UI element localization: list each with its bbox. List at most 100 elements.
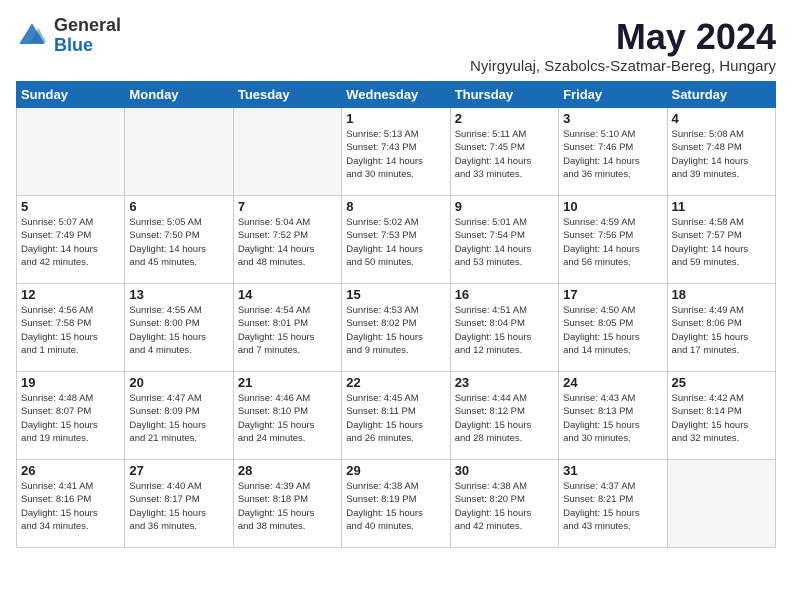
day-header-wednesday: Wednesday xyxy=(342,82,450,108)
calendar-cell: 29 Sunrise: 4:38 AM Sunset: 8:19 PM Dayli… xyxy=(342,460,450,548)
day-number: 12 xyxy=(21,287,120,302)
day-number: 21 xyxy=(238,375,337,390)
week-row-2: 5 Sunrise: 5:07 AM Sunset: 7:49 PM Daylig… xyxy=(17,196,776,284)
day-info: Sunrise: 4:59 AM Sunset: 7:56 PM Dayligh… xyxy=(563,216,662,269)
day-number: 19 xyxy=(21,375,120,390)
day-info: Sunrise: 5:11 AM Sunset: 7:45 PM Dayligh… xyxy=(455,128,554,181)
day-number: 6 xyxy=(129,199,228,214)
day-number: 16 xyxy=(455,287,554,302)
day-number: 7 xyxy=(238,199,337,214)
day-info: Sunrise: 4:50 AM Sunset: 8:05 PM Dayligh… xyxy=(563,304,662,357)
day-number: 31 xyxy=(563,463,662,478)
day-info: Sunrise: 4:55 AM Sunset: 8:00 PM Dayligh… xyxy=(129,304,228,357)
day-info: Sunrise: 5:02 AM Sunset: 7:53 PM Dayligh… xyxy=(346,216,445,269)
day-info: Sunrise: 4:42 AM Sunset: 8:14 PM Dayligh… xyxy=(672,392,771,445)
calendar-cell: 5 Sunrise: 5:07 AM Sunset: 7:49 PM Daylig… xyxy=(17,196,125,284)
day-info: Sunrise: 5:01 AM Sunset: 7:54 PM Dayligh… xyxy=(455,216,554,269)
calendar-cell: 13 Sunrise: 4:55 AM Sunset: 8:00 PM Dayli… xyxy=(125,284,233,372)
logo-general: General xyxy=(54,16,121,36)
day-info: Sunrise: 4:43 AM Sunset: 8:13 PM Dayligh… xyxy=(563,392,662,445)
day-info: Sunrise: 4:56 AM Sunset: 7:58 PM Dayligh… xyxy=(21,304,120,357)
title-block: May 2024 Nyirgyulaj, Szabolcs-Szatmar-Be… xyxy=(470,16,776,75)
day-number: 30 xyxy=(455,463,554,478)
calendar-cell xyxy=(667,460,775,548)
day-number: 13 xyxy=(129,287,228,302)
day-info: Sunrise: 4:45 AM Sunset: 8:11 PM Dayligh… xyxy=(346,392,445,445)
week-row-3: 12 Sunrise: 4:56 AM Sunset: 7:58 PM Dayli… xyxy=(17,284,776,372)
calendar-cell: 16 Sunrise: 4:51 AM Sunset: 8:04 PM Dayli… xyxy=(450,284,558,372)
day-number: 11 xyxy=(672,199,771,214)
calendar-cell: 8 Sunrise: 5:02 AM Sunset: 7:53 PM Daylig… xyxy=(342,196,450,284)
day-info: Sunrise: 4:51 AM Sunset: 8:04 PM Dayligh… xyxy=(455,304,554,357)
day-header-friday: Friday xyxy=(559,82,667,108)
day-number: 17 xyxy=(563,287,662,302)
day-number: 3 xyxy=(563,111,662,126)
day-number: 23 xyxy=(455,375,554,390)
calendar-cell: 24 Sunrise: 4:43 AM Sunset: 8:13 PM Dayli… xyxy=(559,372,667,460)
day-number: 15 xyxy=(346,287,445,302)
calendar-cell: 28 Sunrise: 4:39 AM Sunset: 8:18 PM Dayli… xyxy=(233,460,341,548)
week-row-1: 1Sunrise: 5:13 AM Sunset: 7:43 PM Daylig… xyxy=(17,108,776,196)
month-title: May 2024 xyxy=(470,16,776,58)
day-number: 27 xyxy=(129,463,228,478)
calendar-cell: 30Sunrise: 4:38 AM Sunset: 8:20 PM Dayli… xyxy=(450,460,558,548)
calendar-cell: 7 Sunrise: 5:04 AM Sunset: 7:52 PM Daylig… xyxy=(233,196,341,284)
day-info: Sunrise: 5:04 AM Sunset: 7:52 PM Dayligh… xyxy=(238,216,337,269)
day-number: 4 xyxy=(672,111,771,126)
calendar-cell: 20 Sunrise: 4:47 AM Sunset: 8:09 PM Dayli… xyxy=(125,372,233,460)
day-header-tuesday: Tuesday xyxy=(233,82,341,108)
day-header-saturday: Saturday xyxy=(667,82,775,108)
calendar-cell: 9 Sunrise: 5:01 AM Sunset: 7:54 PM Daylig… xyxy=(450,196,558,284)
calendar-cell: 21 Sunrise: 4:46 AM Sunset: 8:10 PM Dayli… xyxy=(233,372,341,460)
day-number: 29 xyxy=(346,463,445,478)
day-info: Sunrise: 4:49 AM Sunset: 8:06 PM Dayligh… xyxy=(672,304,771,357)
day-info: Sunrise: 4:58 AM Sunset: 7:57 PM Dayligh… xyxy=(672,216,771,269)
day-number: 25 xyxy=(672,375,771,390)
day-info: Sunrise: 4:47 AM Sunset: 8:09 PM Dayligh… xyxy=(129,392,228,445)
day-number: 28 xyxy=(238,463,337,478)
day-info: Sunrise: 4:41 AM Sunset: 8:16 PM Dayligh… xyxy=(21,480,120,533)
day-number: 14 xyxy=(238,287,337,302)
day-headers-row: SundayMondayTuesdayWednesdayThursdayFrid… xyxy=(17,82,776,108)
logo: General Blue xyxy=(16,16,121,56)
day-number: 20 xyxy=(129,375,228,390)
calendar-cell xyxy=(233,108,341,196)
day-info: Sunrise: 4:54 AM Sunset: 8:01 PM Dayligh… xyxy=(238,304,337,357)
day-number: 24 xyxy=(563,375,662,390)
logo-icon xyxy=(16,20,48,52)
day-info: Sunrise: 4:46 AM Sunset: 8:10 PM Dayligh… xyxy=(238,392,337,445)
day-info: Sunrise: 5:08 AM Sunset: 7:48 PM Dayligh… xyxy=(672,128,771,181)
day-info: Sunrise: 5:05 AM Sunset: 7:50 PM Dayligh… xyxy=(129,216,228,269)
calendar-cell: 12 Sunrise: 4:56 AM Sunset: 7:58 PM Dayli… xyxy=(17,284,125,372)
day-info: Sunrise: 5:10 AM Sunset: 7:46 PM Dayligh… xyxy=(563,128,662,181)
day-info: Sunrise: 5:07 AM Sunset: 7:49 PM Dayligh… xyxy=(21,216,120,269)
calendar-cell: 11 Sunrise: 4:58 AM Sunset: 7:57 PM Dayli… xyxy=(667,196,775,284)
calendar-cell: 14 Sunrise: 4:54 AM Sunset: 8:01 PM Dayli… xyxy=(233,284,341,372)
logo-blue: Blue xyxy=(54,36,121,56)
day-number: 18 xyxy=(672,287,771,302)
calendar-cell: 23 Sunrise: 4:44 AM Sunset: 8:12 PM Dayli… xyxy=(450,372,558,460)
logo-text: General Blue xyxy=(54,16,121,56)
day-number: 10 xyxy=(563,199,662,214)
day-info: Sunrise: 4:37 AM Sunset: 8:21 PM Dayligh… xyxy=(563,480,662,533)
day-number: 2 xyxy=(455,111,554,126)
day-info: Sunrise: 4:38 AM Sunset: 8:19 PM Dayligh… xyxy=(346,480,445,533)
calendar-cell: 18 Sunrise: 4:49 AM Sunset: 8:06 PM Dayli… xyxy=(667,284,775,372)
day-number: 9 xyxy=(455,199,554,214)
day-info: Sunrise: 4:48 AM Sunset: 8:07 PM Dayligh… xyxy=(21,392,120,445)
calendar-cell: 15 Sunrise: 4:53 AM Sunset: 8:02 PM Dayli… xyxy=(342,284,450,372)
day-info: Sunrise: 4:44 AM Sunset: 8:12 PM Dayligh… xyxy=(455,392,554,445)
week-row-4: 19 Sunrise: 4:48 AM Sunset: 8:07 PM Dayli… xyxy=(17,372,776,460)
day-number: 8 xyxy=(346,199,445,214)
week-row-5: 26Sunrise: 4:41 AM Sunset: 8:16 PM Dayli… xyxy=(17,460,776,548)
day-info: Sunrise: 4:39 AM Sunset: 8:18 PM Dayligh… xyxy=(238,480,337,533)
calendar-cell: 4 Sunrise: 5:08 AM Sunset: 7:48 PM Daylig… xyxy=(667,108,775,196)
calendar-cell xyxy=(17,108,125,196)
day-info: Sunrise: 4:53 AM Sunset: 8:02 PM Dayligh… xyxy=(346,304,445,357)
calendar-cell: 3 Sunrise: 5:10 AM Sunset: 7:46 PM Daylig… xyxy=(559,108,667,196)
day-number: 5 xyxy=(21,199,120,214)
calendar-cell: 31 Sunrise: 4:37 AM Sunset: 8:21 PM Dayli… xyxy=(559,460,667,548)
day-info: Sunrise: 5:13 AM Sunset: 7:43 PM Dayligh… xyxy=(346,128,445,181)
calendar-cell xyxy=(125,108,233,196)
day-header-thursday: Thursday xyxy=(450,82,558,108)
